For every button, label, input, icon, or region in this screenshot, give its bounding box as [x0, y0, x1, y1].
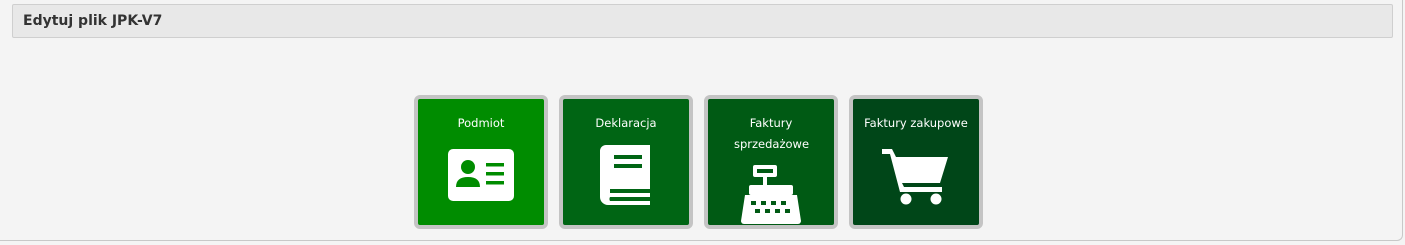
tile-faktury-sprzedazowe-label: Faktury sprzedażowe — [734, 116, 810, 151]
tile-podmiot-label: Podmiot — [457, 116, 505, 130]
tile-faktury-sprzedazowe[interactable]: Faktury sprzedażowe — [704, 95, 838, 229]
tile-podmiot[interactable]: Podmiot — [414, 95, 548, 229]
tile-deklaracja[interactable]: Deklaracja — [559, 95, 693, 229]
cash-register-icon — [741, 165, 801, 225]
tile-faktury-zakupowe-label: Faktury zakupowe — [864, 116, 968, 130]
page-title: Edytuj plik JPK-V7 — [23, 13, 163, 29]
page-header: Edytuj plik JPK-V7 — [12, 4, 1393, 38]
id-card-icon — [448, 149, 514, 201]
tile-deklaracja-label: Deklaracja — [595, 116, 657, 130]
page-frame: Edytuj plik JPK-V7 Podmiot Deklaracja Fa… — [0, 0, 1403, 241]
shopping-cart-icon — [882, 147, 950, 205]
tile-menu: Podmiot Deklaracja Faktury sprzedażowe F… — [414, 95, 983, 229]
book-icon — [600, 145, 652, 205]
tile-faktury-zakupowe[interactable]: Faktury zakupowe — [849, 95, 983, 229]
